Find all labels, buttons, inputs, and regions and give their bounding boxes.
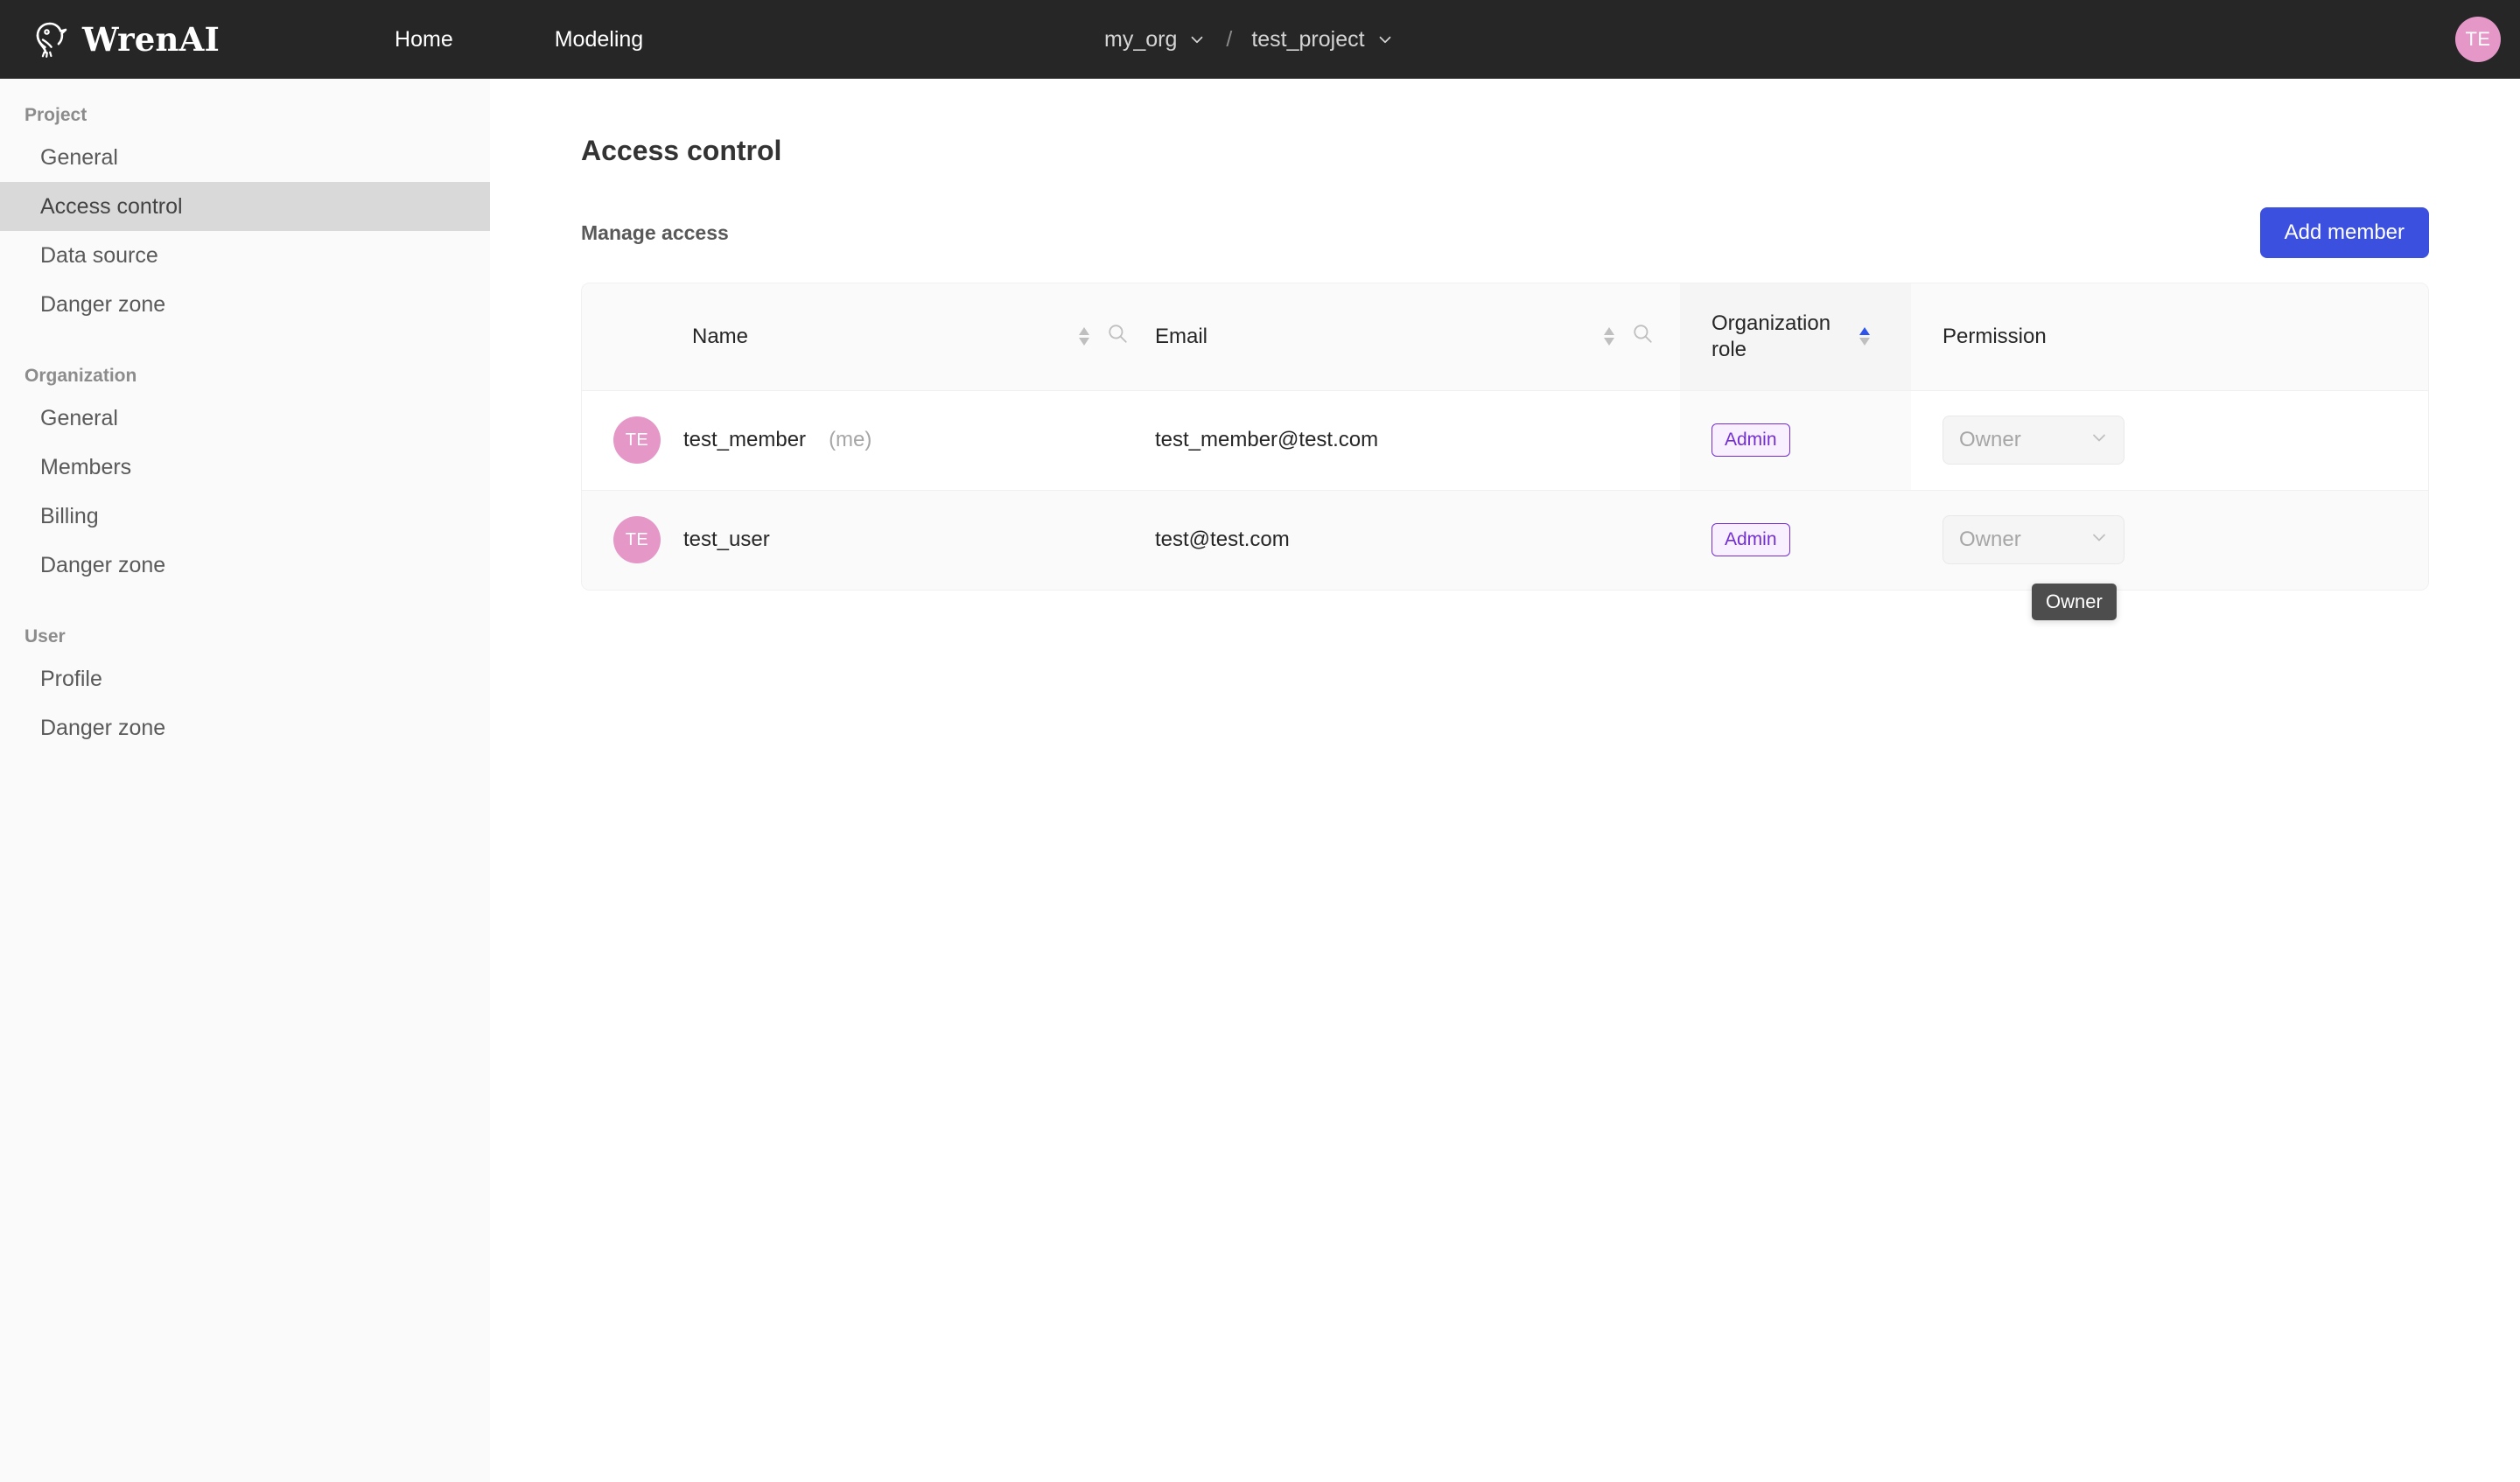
chevron-down-icon [2089,527,2110,554]
avatar: TE [613,516,661,564]
breadcrumb-separator: / [1226,26,1233,52]
column-label-name: Name [692,324,749,348]
status-badge: Admin [1712,523,1790,557]
permission-select: Owner [1942,515,2124,565]
main-content: Access control Manage access Add member … [490,79,2520,1482]
breadcrumb-project-label: test_project [1251,26,1365,52]
sidebar-item-access-control[interactable]: Access control [0,182,490,231]
table-header-row: Name Email Organization role Permission [582,283,2428,391]
permission-select: Owner [1942,416,2124,465]
nav-link-home[interactable]: Home [370,27,478,52]
add-member-button[interactable]: Add member [2259,207,2429,258]
chevron-down-icon [2089,427,2110,454]
avatar: TE [613,416,661,464]
column-label-permission: Permission [1942,324,2047,348]
search-icon[interactable] [1631,322,1654,351]
sidebar-group-organization: Organization General Members Billing Dan… [0,359,490,590]
sidebar-group-project: Project General Access control Data sour… [0,98,490,329]
sidebar-item-members[interactable]: Members [0,443,490,492]
sidebar-group-title: Organization [24,366,137,386]
member-name-suffix: (me) [829,428,872,451]
top-navigation-bar: WrenAI Home Modeling my_org / test_proje… [0,0,2520,79]
nav-link-modeling[interactable]: Modeling [530,27,668,52]
members-table-head: Name Email Organization role Permission [582,283,2428,391]
status-badge: Admin [1712,423,1790,458]
brand-logo[interactable]: WrenAI [23,16,220,63]
column-header-organization-role[interactable]: Organization role [1680,283,1911,391]
permission-tooltip: Owner [2032,584,2117,620]
brand-name: WrenAI [82,20,220,59]
cell-organization-role: Admin [1680,490,1911,590]
sort-arrows-icon[interactable] [1858,327,1871,346]
sidebar-item-billing[interactable]: Billing [0,492,490,541]
avatar-initials: TE [625,529,649,549]
member-name: test_user [683,528,770,552]
cell-name: TE test_user [582,490,1155,590]
chevron-down-icon [1187,30,1207,49]
sidebar-item-profile[interactable]: Profile [0,654,490,703]
sidebar-item-org-general[interactable]: General [0,394,490,443]
cell-organization-role: Admin [1680,390,1911,491]
cell-name: TE test_member (me) [582,390,1155,491]
members-table-body: TE test_member (me) test_member@test.com… [582,390,2428,590]
cell-email: test_member@test.com [1155,390,1680,491]
column-header-email: Email [1155,283,1680,391]
breadcrumb-org-label: my_org [1104,26,1178,52]
sidebar-item-project-general[interactable]: General [0,133,490,182]
cell-email: test@test.com [1155,490,1680,590]
sidebar-item-project-danger-zone[interactable]: Danger zone [0,280,490,329]
cell-permission: Owner [1911,390,2428,491]
permission-select-value: Owner [1959,528,2021,552]
cell-permission: Owner [1911,490,2428,590]
member-name: test_member [683,428,807,451]
chevron-down-icon [1376,30,1395,49]
column-label-organization-role: Organization role [1712,311,1831,361]
breadcrumb-project-selector[interactable]: test_project [1248,22,1397,58]
sidebar-group-title: Project [24,105,88,125]
column-header-permission: Permission [1911,283,2428,391]
column-label-email: Email [1155,324,1208,348]
column-header-name: Name [582,283,1155,391]
sort-arrows-icon[interactable] [1078,327,1090,346]
table-row[interactable]: TE test_member (me) test_member@test.com… [582,390,2428,491]
sidebar-item-org-danger-zone[interactable]: Danger zone [0,541,490,590]
section-title: Manage access [581,220,729,244]
main-nav: Home Modeling [370,27,668,52]
avatar-initials: TE [625,430,649,450]
members-table: Name Email Organization role Permission … [582,283,2428,590]
search-icon[interactable] [1106,322,1129,351]
avatar-initials: TE [2465,28,2491,50]
sidebar-item-user-danger-zone[interactable]: Danger zone [0,703,490,752]
breadcrumb: my_org / test_project [1101,0,1398,79]
manage-access-header: Manage access Add member [581,207,2429,258]
page-title: Access control [581,135,782,166]
members-table-container: Name Email Organization role Permission … [581,283,2429,591]
wren-bird-logo-icon [23,16,70,63]
table-row[interactable]: TE test_user test@test.com Admin Owner [582,490,2428,590]
settings-sidebar: Project General Access control Data sour… [0,79,490,1482]
sort-arrows-icon[interactable] [1603,327,1615,346]
breadcrumb-org-selector[interactable]: my_org [1101,22,1210,58]
sidebar-group-title: User [24,626,66,647]
user-avatar[interactable]: TE [2455,17,2501,62]
permission-select-value: Owner [1959,428,2021,451]
sidebar-group-user: User Profile Danger zone [0,619,490,752]
sidebar-item-data-source[interactable]: Data source [0,231,490,280]
